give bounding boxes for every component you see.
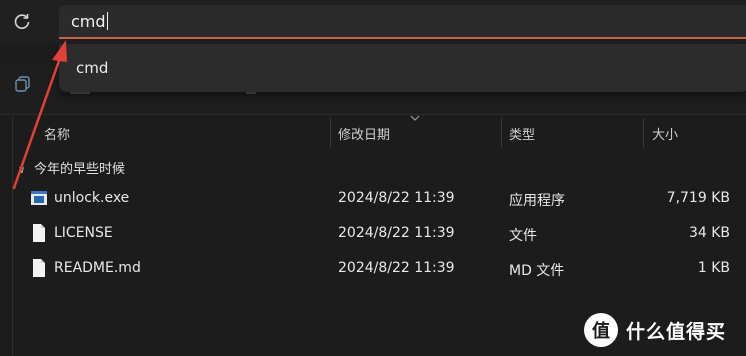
address-suggestions: cmd [59,44,746,92]
column-separator[interactable] [501,118,502,148]
group-label: 今年的早些时候 [34,162,126,177]
file-name: LICENSE [54,225,113,241]
file-modified: 2024/8/22 11:39 [338,225,455,241]
file-name: README.md [54,260,141,276]
file-row[interactable]: LICENSE 2024/8/22 11:39 文件 34 KB [30,216,746,250]
watermark-text: 什么值得买 [626,320,727,343]
exe-icon [31,191,47,205]
sort-chevron-icon [410,115,420,121]
file-type: 文件 [509,228,537,244]
copy-icon[interactable] [14,75,32,93]
file-type: 应用程序 [509,193,565,209]
address-input-value: cmd [71,12,106,31]
chevron-down-icon: ∨ [18,165,26,176]
column-header-modified[interactable]: 修改日期 [338,124,390,152]
file-type: MD 文件 [509,263,565,279]
file-modified: 2024/8/22 11:39 [338,190,455,206]
column-header-type[interactable]: 类型 [509,124,535,152]
column-separator[interactable] [643,118,644,148]
watermark-logo: 值 [584,313,618,347]
file-modified: 2024/8/22 11:39 [338,260,455,276]
suggestion-item[interactable]: cmd [76,59,108,77]
file-size: 7,719 KB [666,190,730,206]
column-header-name[interactable]: 名称 [44,124,70,152]
group-header[interactable]: ∨ 今年的早些时候 [18,158,125,177]
text-caret [106,12,108,30]
column-header-size[interactable]: 大小 [652,124,678,152]
file-row[interactable]: README.md 2024/8/22 11:39 MD 文件 1 KB [30,251,746,285]
nav-pane-divider [12,116,13,356]
refresh-icon[interactable] [11,11,33,33]
file-size: 34 KB [688,225,730,241]
address-input[interactable]: cmd [59,5,746,39]
file-size: 1 KB [697,260,730,276]
watermark: 值 什么值得买 [584,312,726,348]
file-name: unlock.exe [54,190,130,206]
file-row[interactable]: unlock.exe 2024/8/22 11:39 应用程序 7,719 KB [30,181,746,215]
file-icon [33,224,45,242]
file-icon [33,259,45,277]
column-separator[interactable] [330,118,331,148]
